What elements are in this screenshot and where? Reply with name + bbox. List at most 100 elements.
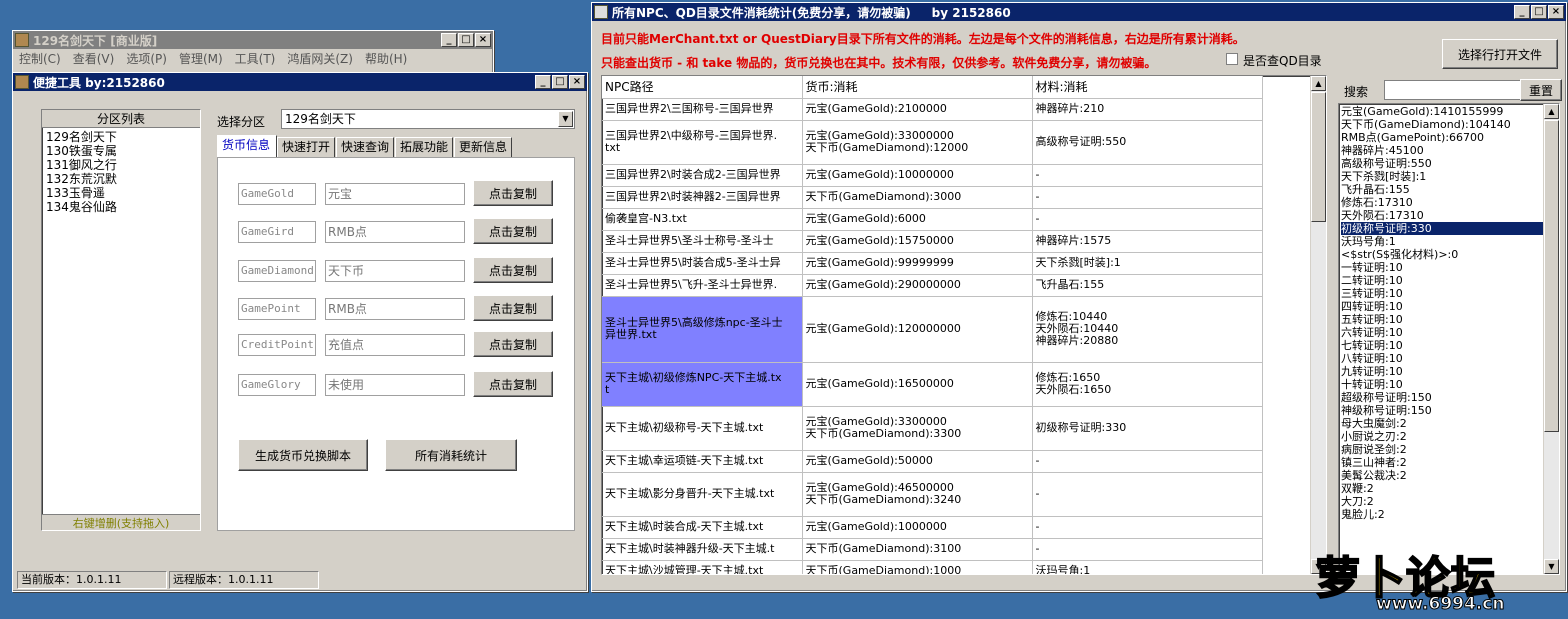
qd-checkbox[interactable]	[1226, 53, 1238, 65]
scroll-thumb[interactable]	[1311, 92, 1326, 222]
zone-item[interactable]: 132东荒沉默	[46, 172, 196, 186]
zone-item[interactable]: 134鬼谷仙路	[46, 200, 196, 214]
total-item[interactable]: 神级称号证明:150	[1341, 404, 1557, 417]
stats-title-bar[interactable]: 所有NPC、QD目录文件消耗统计(免费分享，请勿被骗) by 2152860 _…	[592, 3, 1566, 21]
total-item[interactable]: 天下杀戮[时装]:1	[1341, 170, 1557, 183]
table-row[interactable]: 天下主城\沙城管理-天下主城.txt 天下币(GameDiamond):1000 沃…	[602, 560, 1263, 574]
total-item[interactable]: 十转证明:10	[1341, 378, 1557, 391]
search-input[interactable]	[1384, 80, 1534, 100]
currency-code-field[interactable]: GameGird	[238, 221, 316, 243]
table-row[interactable]: 三国异世界2\时装神器2-三国异世界 天下币(GameDiamond):3000-	[602, 186, 1263, 209]
totals-scrollbar[interactable]: ▲ ▼	[1543, 104, 1559, 574]
currency-code-field[interactable]: GamePoint	[238, 298, 316, 320]
total-item[interactable]: <$str(S$强化材料)>:0	[1341, 248, 1557, 261]
close-button[interactable]: ×	[569, 75, 585, 89]
total-item[interactable]: 美髯公裁决:2	[1341, 469, 1557, 482]
minimize-button[interactable]: _	[535, 75, 551, 89]
minimize-button[interactable]: _	[441, 33, 457, 47]
copy-button[interactable]: 点击复制	[473, 331, 553, 357]
maximize-button[interactable]: □	[458, 33, 474, 47]
copy-button[interactable]: 点击复制	[473, 180, 553, 206]
currency-name-field[interactable]: 充值点	[325, 334, 465, 356]
table-row[interactable]: 三国异世界2\中级称号-三国异世界. txt 元宝(GameGold):33000…	[602, 120, 1263, 165]
menu-help[interactable]: 帮助(H)	[359, 50, 413, 67]
maximize-button[interactable]: □	[1531, 5, 1547, 19]
open-file-button[interactable]: 选择行打开文件	[1442, 39, 1558, 69]
tab-updates[interactable]: 更新信息	[454, 137, 512, 157]
zone-item[interactable]: 130铁蛋专属	[46, 144, 196, 158]
total-item[interactable]: 小厨说之刃:2	[1341, 430, 1557, 443]
table-row[interactable]: 圣斗士异世界5\飞升-圣斗士异世界. 元宝(GameGold):290000000…	[602, 274, 1263, 297]
menu-tools[interactable]: 工具(T)	[229, 50, 282, 67]
currency-name-field[interactable]: 元宝	[325, 183, 465, 205]
currency-code-field[interactable]: CreditPoint	[238, 334, 316, 356]
total-item-selected[interactable]: 初级称号证明:330	[1341, 222, 1557, 235]
menu-manage[interactable]: 管理(M)	[173, 50, 229, 67]
minimize-button[interactable]: _	[1514, 5, 1530, 19]
chevron-down-icon[interactable]: ▼	[558, 111, 573, 127]
menu-view[interactable]: 查看(V)	[67, 50, 121, 67]
total-item[interactable]: 双鞭:2	[1341, 482, 1557, 495]
total-item[interactable]: 六转证明:10	[1341, 326, 1557, 339]
table-scrollbar[interactable]: ▲ ▼	[1310, 76, 1326, 574]
table-row[interactable]: 圣斗士异世界5\时装合成5-圣斗士异 元宝(GameGold):99999999 天…	[602, 252, 1263, 275]
table-row-selected[interactable]: 圣斗士异世界5\高级修炼npc-圣斗士 异世界.txt 元宝(GameGold):…	[602, 296, 1263, 363]
main-title-bar[interactable]: 129名剑天下 [商业版] _ □ ×	[13, 31, 493, 49]
currency-code-field[interactable]: GameDiamond	[238, 260, 316, 282]
currency-name-field[interactable]: 天下币	[325, 260, 465, 282]
total-item[interactable]: 母大虫魔剑:2	[1341, 417, 1557, 430]
menu-control[interactable]: 控制(C)	[13, 50, 67, 67]
currency-name-field[interactable]: RMB点	[325, 221, 465, 243]
total-item[interactable]: 镇三山神者:2	[1341, 456, 1557, 469]
column-header[interactable]: 材料:消耗	[1032, 76, 1263, 99]
total-item[interactable]: 二转证明:10	[1341, 274, 1557, 287]
copy-button[interactable]: 点击复制	[473, 295, 553, 321]
scroll-up-icon[interactable]: ▲	[1311, 76, 1326, 91]
total-item[interactable]: 大刀:2	[1341, 495, 1557, 508]
table-row[interactable]: 天下主城\影分身晋升-天下主城.txt 元宝(GameGold):46500000…	[602, 472, 1263, 517]
scroll-up-icon[interactable]: ▲	[1544, 104, 1559, 119]
tab-currency[interactable]: 货币信息	[217, 135, 277, 158]
table-row-selected[interactable]: 天下主城\初级修炼NPC-天下主城.tx t 元宝(GameGold):16500…	[602, 362, 1263, 407]
total-item[interactable]: 飞升晶石:155	[1341, 183, 1557, 196]
total-item[interactable]: 沃玛号角:1	[1341, 235, 1557, 248]
zone-item[interactable]: 129名剑天下	[46, 130, 196, 144]
table-row[interactable]: 天下主城\初级称号-天下主城.txt 元宝(GameGold):3300000 天…	[602, 406, 1263, 451]
total-item[interactable]: 四转证明:10	[1341, 300, 1557, 313]
zone-select-dropdown[interactable]: 129名剑天下 ▼	[281, 109, 575, 129]
all-stats-button[interactable]: 所有消耗统计	[385, 439, 517, 471]
tab-extensions[interactable]: 拓展功能	[395, 137, 453, 157]
table-row[interactable]: 三国异世界2\时装合成2-三国异世界 元宝(GameGold):10000000-	[602, 164, 1263, 187]
currency-code-field[interactable]: GameGold	[238, 183, 316, 205]
currency-code-field[interactable]: GameGlory	[238, 374, 316, 396]
totals-list[interactable]: 元宝(GameGold):1410155999 天下币(GameDiamond):…	[1338, 103, 1560, 575]
copy-button[interactable]: 点击复制	[473, 257, 553, 283]
menu-gateway[interactable]: 鸿盾网关(Z)	[281, 50, 359, 67]
scroll-thumb[interactable]	[1544, 120, 1559, 432]
total-item[interactable]: 五转证明:10	[1341, 313, 1557, 326]
close-button[interactable]: ×	[475, 33, 491, 47]
generate-script-button[interactable]: 生成货币兑换脚本	[238, 439, 368, 471]
total-item[interactable]: 高级称号证明:550	[1341, 157, 1557, 170]
table-row[interactable]: 天下主城\时装神器升级-天下主城.t 天下币(GameDiamond):3100-	[602, 538, 1263, 561]
zone-item[interactable]: 131御风之行	[46, 158, 196, 172]
currency-name-field[interactable]: RMB点	[325, 298, 465, 320]
currency-name-field[interactable]: 未使用	[325, 374, 465, 396]
total-item[interactable]: 天外陨石:17310	[1341, 209, 1557, 222]
table-row[interactable]: 圣斗士异世界5\圣斗士称号-圣斗士 元宝(GameGold):15750000 神器…	[602, 230, 1263, 253]
table-row[interactable]: 天下主城\时装合成-天下主城.txt 元宝(GameGold):1000000-	[602, 516, 1263, 539]
zone-item[interactable]: 133玉骨遥	[46, 186, 196, 200]
total-item[interactable]: 病厨说圣剑:2	[1341, 443, 1557, 456]
total-item[interactable]: 八转证明:10	[1341, 352, 1557, 365]
maximize-button[interactable]: □	[552, 75, 568, 89]
total-item[interactable]: 鬼脸儿:2	[1341, 508, 1557, 521]
tool-title-bar[interactable]: 便捷工具 by:2152860 _ □ ×	[13, 73, 587, 91]
total-item[interactable]: 元宝(GameGold):1410155999	[1341, 105, 1557, 118]
total-item[interactable]: RMB点(GamePoint):66700	[1341, 131, 1557, 144]
total-item[interactable]: 天下币(GameDiamond):104140	[1341, 118, 1557, 131]
zone-list[interactable]: 分区列表 129名剑天下 130铁蛋专属 131御风之行 132东荒沉默 133…	[41, 109, 201, 531]
reset-button[interactable]: 重置	[1520, 79, 1562, 101]
table-row[interactable]: 天下主城\幸运项链-天下主城.txt 元宝(GameGold):50000-	[602, 450, 1263, 473]
tab-quick-open[interactable]: 快速打开	[277, 137, 335, 157]
copy-button[interactable]: 点击复制	[473, 218, 553, 244]
